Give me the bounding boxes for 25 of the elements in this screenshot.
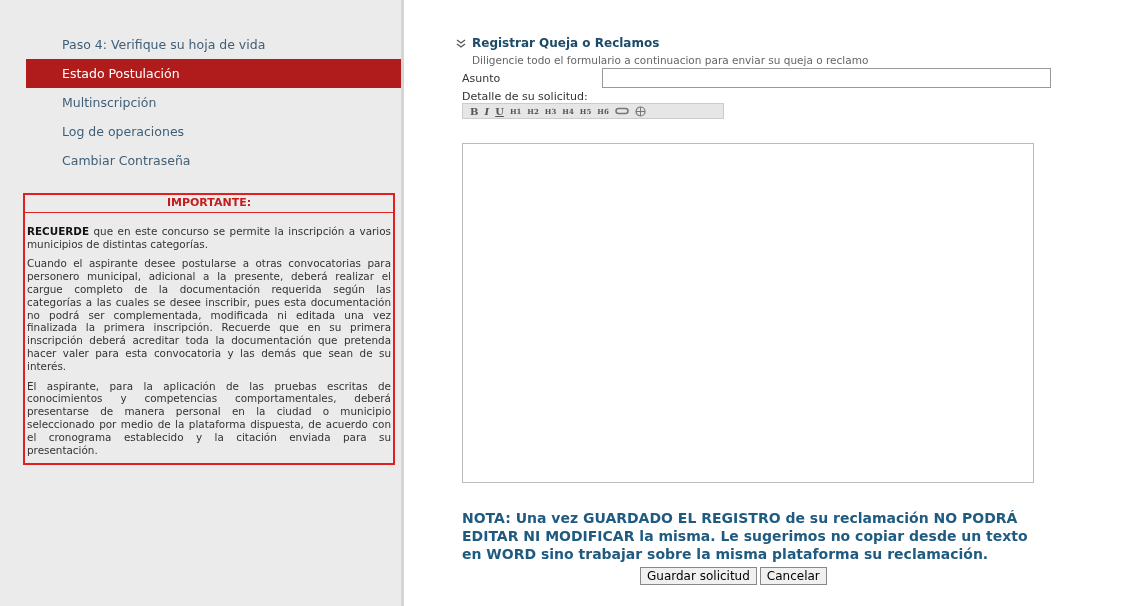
note-text: NOTA: Una vez GUARDADO EL REGISTRO de su reclamación NO PODRÁ EDITAR NI MODIFICAR la misma. Le sugerimos no copiar desde un texto en WORD sino trabajar sobre la misma plataforma su reclamación. [462, 509, 1029, 563]
format-button[interactable]: U [494, 105, 505, 117]
sidebar-item[interactable]: Log de operaciones [26, 117, 401, 146]
notice-paragraph: RECUERDE que en este concurso se permite la inscripción a varios municipios de distintas categorías. [27, 224, 391, 251]
save-button[interactable]: Guardar solicitud [640, 567, 757, 585]
sidebar-item[interactable]: Paso 4: Verifique su hoja de vida [26, 30, 401, 59]
toolbar-button[interactable] [613, 107, 630, 115]
notice-title: IMPORTANTE: [25, 195, 393, 213]
section-title: Registrar Queja o Reclamos [472, 36, 660, 50]
link-icon [614, 107, 629, 115]
section-description: Diligencie todo el formulario a continuacion para enviar su queja o reclamo [472, 54, 870, 66]
sidebar-item[interactable]: Multinscripción [26, 88, 401, 117]
format-button[interactable]: I [483, 105, 491, 117]
notice-paragraph: El aspirante, para la aplicación de las pruebas escritas de conocimientos y competencias comportamentales, deberá presentarse de manera personal en la ciudad o municipio seleccionado por medio de la plataforma dispuesta, de acuerdo con el cronograma establecido y la citación enviada para su presentación. [27, 379, 391, 457]
notice-paragraph: Cuando el aspirante desee postularse a otras convocatorias para personero municipal, adicional a la presente, deberá realizar el cargue completo de la documentación requerida según las categorías a las cuales se desee inscribir, pues esta documentación no podrá ser complementada, modificada ni editada una vez finalizada la primera inscripción. Recuerde que en su primera inscripción deberá acreditar toda la documentación que pretenda hacer valer para esta convocatoria y las demás que sean de su interés. [27, 257, 391, 373]
format-button[interactable]: B [469, 105, 480, 117]
globe-icon [634, 105, 646, 117]
cancel-button[interactable]: Cancelar [759, 567, 827, 585]
field-label: Detalle de su solicitud: [462, 90, 589, 103]
toolbar-button[interactable] [633, 105, 647, 117]
double-chevron-icon [456, 38, 466, 48]
sidebar-item[interactable]: Cambiar Contraseña [26, 146, 401, 175]
field-label: Asunto [462, 71, 502, 85]
subject-input[interactable] [602, 68, 1051, 88]
sidebar-item[interactable]: Estado Postulación [26, 59, 401, 88]
